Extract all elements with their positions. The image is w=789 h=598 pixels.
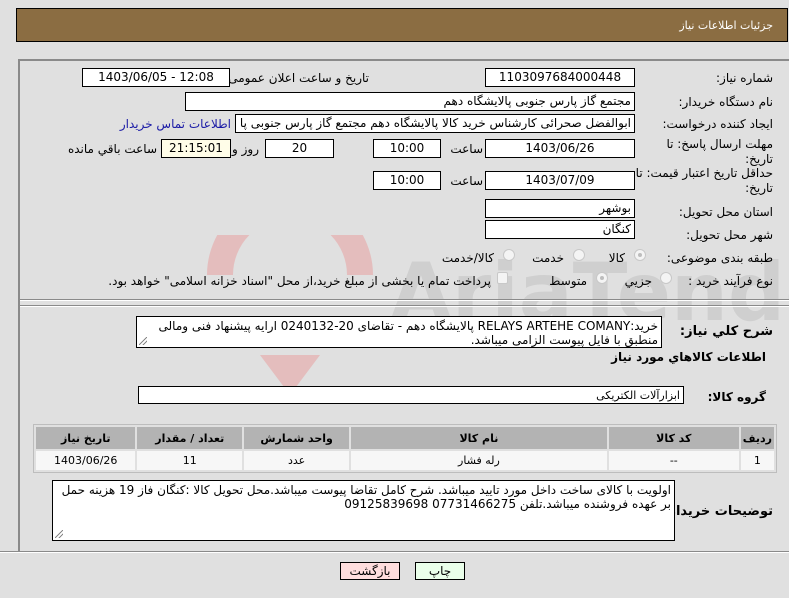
- goods-section-title: اطلاعات کالاهاي مورد نياز: [611, 350, 766, 364]
- resize-grip-icon[interactable]: [139, 337, 147, 345]
- province-label: استان محل تحویل:: [678, 205, 773, 219]
- purchase-type-option-medium: متوسط: [549, 274, 587, 288]
- purchase-type-radio-medium[interactable]: [596, 272, 608, 284]
- buyer-org-label: نام دستگاه خریدار:: [678, 95, 774, 109]
- category-option-goods: کالا: [608, 251, 625, 265]
- resize-grip-icon[interactable]: [55, 530, 63, 538]
- page-header: جزئیات اطلاعات نیاز: [16, 8, 788, 42]
- cell-unit: عدد: [244, 451, 350, 470]
- buyer-notes-text: اولویت با کالای ساخت داخل مورد تایید میب…: [61, 483, 671, 511]
- announce-datetime-field: 1403/06/05 - 12:08: [82, 68, 230, 87]
- reply-deadline-date: 1403/06/26: [485, 139, 635, 158]
- category-radio-service[interactable]: [573, 249, 585, 261]
- purchase-type-radio-minor[interactable]: [660, 272, 672, 284]
- bottom-divider: [0, 551, 789, 553]
- section-divider: [20, 299, 789, 301]
- remaining-days-label: روز و: [232, 142, 259, 156]
- reply-deadline-time: 10:00: [373, 139, 441, 158]
- description-textarea[interactable]: خرید:RELAYS ARTEHE COMANY پالایشگاه دهم …: [136, 316, 662, 348]
- province-field: بوشهر: [485, 199, 635, 218]
- buyer-org-field: مجتمع گاز پارس جنوبی پالایشگاه دهم: [185, 92, 635, 111]
- cell-row-number: 1: [740, 451, 774, 470]
- cell-goods-code: --: [608, 451, 739, 470]
- goods-group-field: ابزارآلات الکتریکی: [138, 386, 684, 404]
- table-row: 1 -- رله فشار عدد 11 1403/06/26: [36, 451, 774, 470]
- description-text: خرید:RELAYS ARTEHE COMANY پالایشگاه دهم …: [158, 319, 658, 347]
- price-validity-time: 10:00: [373, 171, 441, 190]
- goods-table-header: ردیف کد کالا نام کالا واحد شمارش تعداد /…: [36, 427, 774, 449]
- purchase-type-label: نوع فرآیند خرید :: [688, 274, 773, 288]
- category-radio-goods[interactable]: [634, 249, 646, 261]
- category-label: طبقه بندی موضوعی:: [666, 251, 773, 265]
- buyer-contact-link[interactable]: اطلاعات تماس خریدار: [120, 117, 231, 131]
- treasury-checkbox-label: پرداخت تمام یا بخشی از مبلغ خرید،از محل …: [108, 274, 491, 288]
- requester-label: ایجاد کننده درخواست:: [662, 117, 773, 131]
- cell-need-date: 1403/06/26: [36, 451, 136, 470]
- goods-table: ردیف کد کالا نام کالا واحد شمارش تعداد /…: [33, 424, 777, 473]
- price-validity-time-label: ساعت: [450, 174, 483, 188]
- reply-deadline-label-2: تاریخ:: [745, 152, 773, 166]
- buyer-notes-textarea[interactable]: اولویت با کالای ساخت داخل مورد تایید میب…: [52, 480, 675, 541]
- col-quantity: تعداد / مقدار: [137, 427, 243, 449]
- announce-datetime-label: تاریخ و ساعت اعلان عمومی:: [224, 71, 369, 85]
- category-radio-goods-service[interactable]: [503, 249, 515, 261]
- purchase-type-option-minor: جزیي: [624, 274, 652, 288]
- col-row-number: ردیف: [740, 427, 774, 449]
- col-goods-code: کد کالا: [608, 427, 739, 449]
- buyer-notes-label: توضیحات خریدار:: [663, 504, 773, 519]
- description-label: شرح کلي نياز:: [679, 324, 773, 339]
- cell-quantity: 11: [137, 451, 243, 470]
- page-title: جزئیات اطلاعات نیاز: [679, 19, 773, 32]
- remaining-time-label: ساعت باقي مانده: [67, 142, 157, 156]
- requester-field: ابوالفضل صحرائی کارشناس خرید کالا پالایش…: [235, 114, 635, 133]
- need-number-field: 1103097684000448: [485, 68, 635, 87]
- city-label: شهر محل تحویل:: [686, 228, 773, 242]
- goods-group-label: گروه کالا:: [707, 390, 766, 404]
- price-validity-date: 1403/07/09: [485, 171, 635, 190]
- price-validity-label-2: تاریخ:: [745, 181, 773, 195]
- reply-deadline-time-label: ساعت: [450, 142, 483, 156]
- print-button[interactable]: چاپ: [415, 562, 465, 580]
- col-unit: واحد شمارش: [244, 427, 350, 449]
- need-number-label: شماره نیاز:: [716, 71, 773, 85]
- treasury-checkbox[interactable]: [497, 272, 508, 284]
- category-option-service: خدمت: [532, 251, 564, 265]
- price-validity-label-1: حداقل تاریخ اعتبار قیمت: تا: [635, 166, 773, 180]
- cell-goods-name: رله فشار: [351, 451, 607, 470]
- back-button[interactable]: بازگشت: [340, 562, 400, 580]
- section-divider-2: [20, 305, 789, 307]
- col-goods-name: نام کالا: [351, 427, 607, 449]
- col-need-date: تاریخ نیاز: [36, 427, 136, 449]
- remaining-days: 20: [265, 139, 334, 158]
- category-option-goods-service: کالا/خدمت: [441, 251, 494, 265]
- remaining-time: 21:15:01: [161, 139, 231, 158]
- city-field: کنگان: [485, 220, 635, 239]
- reply-deadline-label-1: مهلت ارسال پاسخ: تا: [666, 137, 773, 151]
